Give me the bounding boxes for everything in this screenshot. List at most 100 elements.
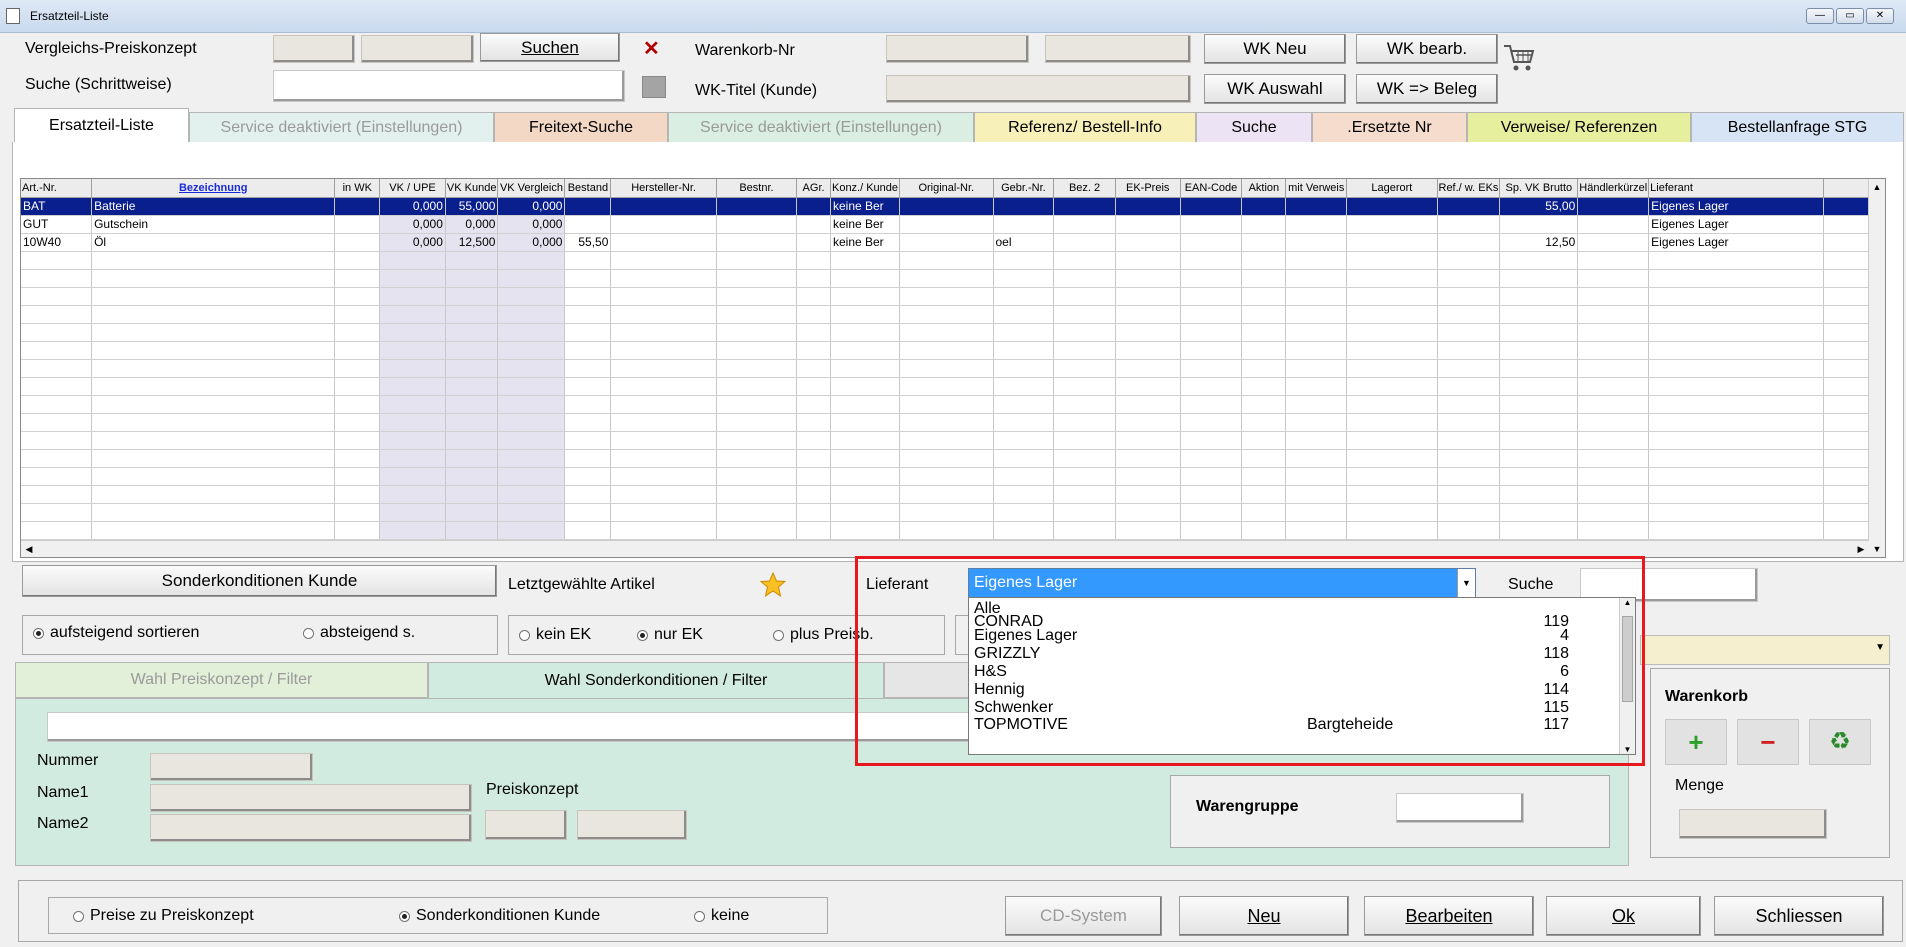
dropdown-option[interactable]: Eigenes Lager <box>974 627 1077 645</box>
column-header[interactable]: Bez. 2 <box>1053 179 1116 198</box>
ok-button[interactable]: Ok <box>1546 896 1701 936</box>
column-header[interactable]: Lagerort <box>1346 179 1438 198</box>
table-row[interactable] <box>21 503 1885 522</box>
table-row[interactable] <box>21 395 1885 414</box>
preiskonzept-field-1[interactable] <box>485 810 567 840</box>
cart-icon[interactable] <box>1502 42 1536 74</box>
column-header[interactable]: Art.-Nr. <box>21 179 93 198</box>
table-row[interactable] <box>21 467 1885 486</box>
dropdown-option[interactable]: H&S <box>974 663 1007 681</box>
sort-descending-radio[interactable]: absteigend s. <box>303 624 415 642</box>
column-header[interactable]: Händlerkürzel <box>1577 179 1650 198</box>
table-row[interactable] <box>21 269 1885 288</box>
dropdown-option[interactable]: GRIZZLY <box>974 645 1040 663</box>
parts-grid[interactable]: Art.-Nr. Bezeichnung in WK VK / UPE VK Kunde… <box>20 178 1886 558</box>
combo-partial[interactable]: ▼ <box>1640 635 1890 665</box>
column-header[interactable]: VK / UPE <box>379 179 446 198</box>
sonderkonditionen-button[interactable]: Sonderkonditionen Kunde <box>22 565 497 597</box>
table-row[interactable] <box>21 359 1885 378</box>
dropdown-scrollbar[interactable]: ▲ ▼ <box>1619 598 1635 754</box>
table-row[interactable] <box>21 377 1885 396</box>
warenkorb-nr-field[interactable] <box>886 35 1029 63</box>
star-icon[interactable] <box>760 572 786 598</box>
column-header[interactable]: EK-Preis <box>1115 179 1181 198</box>
close-window-button[interactable]: ✕ <box>1866 8 1894 24</box>
scroll-left-icon[interactable]: ◀ <box>21 541 37 557</box>
search-input[interactable] <box>273 70 625 102</box>
schliessen-button[interactable]: Schliessen <box>1714 896 1884 936</box>
table-row[interactable] <box>21 305 1885 324</box>
dropdown-option[interactable]: TOPMOTIVE <box>974 716 1068 734</box>
scroll-down-icon[interactable]: ▼ <box>1869 541 1885 557</box>
plus-preisb-radio[interactable]: plus Preisb. <box>773 626 874 644</box>
column-header[interactable]: Lieferant <box>1648 179 1824 198</box>
column-header[interactable]: Konz./ Kunde <box>830 179 901 198</box>
name2-field[interactable] <box>150 814 472 842</box>
column-header[interactable]: Bestnr. <box>716 179 798 198</box>
chevron-down-icon[interactable]: ▼ <box>1457 569 1475 597</box>
table-row[interactable] <box>21 485 1885 504</box>
keine-radio[interactable]: keine <box>694 907 749 925</box>
scroll-right-icon[interactable]: ▶ <box>1853 541 1869 557</box>
grid-horizontal-scrollbar[interactable]: ◀ ▶ <box>21 540 1869 557</box>
column-header[interactable]: in WK <box>334 179 381 198</box>
dropdown-scroll-thumb[interactable] <box>1622 616 1633 702</box>
dropdown-option[interactable]: Schwenker <box>974 699 1053 717</box>
tab-suche[interactable]: Suche <box>1196 112 1312 143</box>
sonder-kunde-radio[interactable]: Sonderkonditionen Kunde <box>399 907 600 925</box>
column-header[interactable]: Hersteller-Nr. <box>610 179 717 198</box>
column-header[interactable]: VK Kunde <box>445 179 499 198</box>
tab-verweise-referenzen[interactable]: Verweise/ Referenzen <box>1467 112 1691 143</box>
recycle-bin-icon[interactable]: ♻ <box>1809 719 1871 765</box>
table-row[interactable] <box>21 341 1885 360</box>
table-row[interactable] <box>21 251 1885 270</box>
column-header[interactable]: EAN-Code <box>1180 179 1243 198</box>
bearbeiten-button[interactable]: Bearbeiten <box>1364 896 1534 936</box>
column-header[interactable]: Bestand <box>564 179 612 198</box>
grid-vertical-scrollbar[interactable]: ▲ ▼ <box>1868 179 1885 557</box>
tab-bestellanfrage-stg[interactable]: Bestellanfrage STG <box>1691 112 1904 143</box>
name1-field[interactable] <box>150 784 472 812</box>
preise-zu-radio[interactable]: Preise zu Preiskonzept <box>73 907 254 925</box>
dropdown-option[interactable]: Hennig <box>974 681 1025 699</box>
tab-service-1[interactable]: Service deaktiviert (Einstellungen) <box>189 112 494 143</box>
cd-system-button[interactable]: CD-System <box>1005 896 1162 936</box>
column-header[interactable]: Original-Nr. <box>899 179 994 198</box>
warenkorb-nr-field-2[interactable] <box>1045 35 1191 63</box>
scroll-down-icon[interactable]: ▼ <box>1620 745 1635 754</box>
add-icon[interactable]: + <box>1665 719 1727 765</box>
column-header[interactable]: Sp. VK Brutto <box>1499 179 1579 198</box>
column-header[interactable]: Bezeichnung <box>91 179 336 198</box>
tab-wahl-preiskonzept[interactable]: Wahl Preiskonzept / Filter <box>15 662 428 698</box>
table-row[interactable] <box>21 287 1885 306</box>
clear-icon[interactable]: ✕ <box>643 36 660 61</box>
filter-input[interactable] <box>47 712 987 742</box>
nummer-field[interactable] <box>150 753 313 781</box>
tab-ersetzte-nr[interactable]: .Ersetzte Nr <box>1312 112 1467 143</box>
lieferant-dropdown-list[interactable]: Alle CONRAD 119 Eigenes Lager 4 GRIZZLY 118 H&S… <box>968 597 1636 755</box>
suchen-button[interactable]: Suchen <box>480 33 620 62</box>
vergleich-field-1[interactable] <box>273 35 355 63</box>
wk-bearb-button[interactable]: WK bearb. <box>1356 34 1498 64</box>
table-row[interactable]: BAT Batterie 0,000 55,000 0,000 keine Ber 55,0… <box>21 197 1885 216</box>
table-row[interactable] <box>21 521 1885 540</box>
remove-icon[interactable]: − <box>1737 719 1799 765</box>
lieferant-select[interactable]: Eigenes Lager ▼ <box>968 568 1476 598</box>
kein-ek-radio[interactable]: kein EK <box>519 626 591 644</box>
vergleich-field-2[interactable] <box>361 35 474 63</box>
table-row[interactable]: GUT Gutschein 0,000 0,000 0,000 keine Ber Eige… <box>21 215 1885 234</box>
column-header[interactable]: VK Vergleich <box>497 179 566 198</box>
minimize-button[interactable]: — <box>1806 8 1834 24</box>
column-header[interactable]: mit Verweis <box>1285 179 1348 198</box>
scroll-up-icon[interactable]: ▲ <box>1620 598 1635 607</box>
menge-field[interactable] <box>1679 809 1827 839</box>
tab-freitext-suche[interactable]: Freitext-Suche <box>494 112 668 143</box>
tab-filter-3[interactable] <box>884 662 974 698</box>
wk-auswahl-button[interactable]: WK Auswahl <box>1204 74 1346 104</box>
column-header[interactable]: Ref./ w. EKs <box>1437 179 1501 198</box>
wk-neu-button[interactable]: WK Neu <box>1204 34 1346 64</box>
tab-service-2[interactable]: Service deaktiviert (Einstellungen) <box>668 112 974 143</box>
warengruppe-field[interactable] <box>1396 793 1524 823</box>
table-row[interactable] <box>21 449 1885 468</box>
neu-button[interactable]: Neu <box>1179 896 1349 936</box>
